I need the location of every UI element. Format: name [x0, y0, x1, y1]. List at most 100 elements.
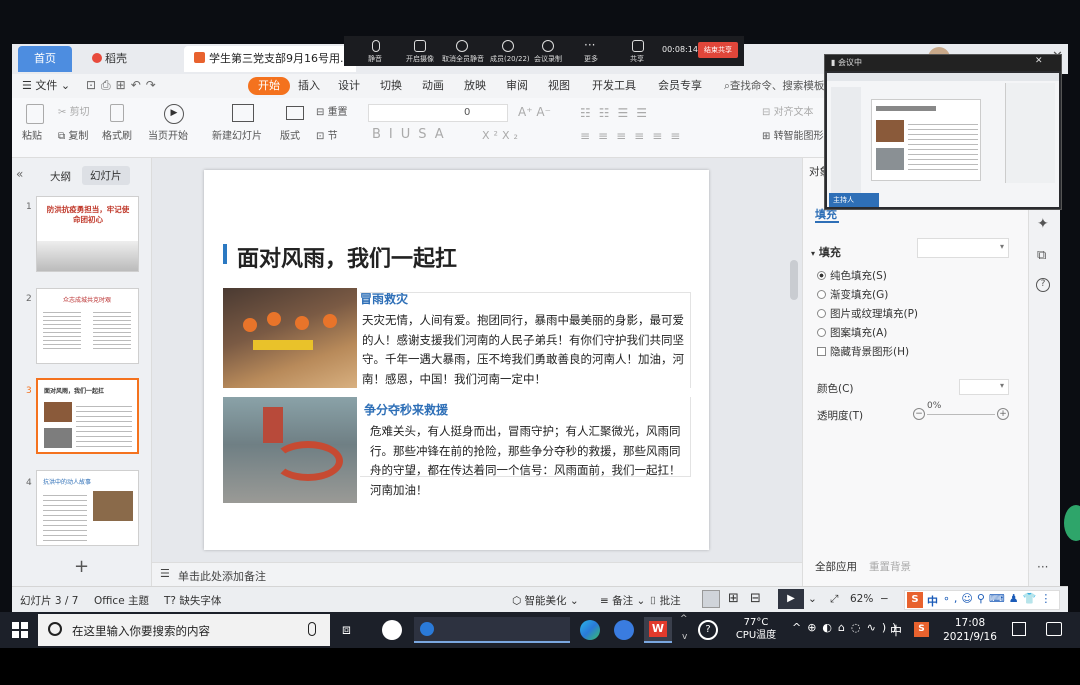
quick-access-icons[interactable]: ⊡⎙⊞↶↷ [86, 78, 161, 93]
format-painter-button[interactable]: 格式刷 [102, 130, 132, 144]
help-icon[interactable]: ? [698, 620, 718, 640]
more-button[interactable]: 更多 [584, 54, 598, 64]
slide-thumbnail-4[interactable]: 抗洪中的动人故事 [36, 470, 139, 546]
help-icon[interactable]: ? [1036, 278, 1050, 292]
normal-view-icon[interactable] [702, 590, 720, 608]
more-icon[interactable]: ··· [584, 38, 595, 52]
notes-bar[interactable]: ☰ 单击此处添加备注 [152, 562, 802, 586]
fill-section-heading[interactable]: ▾ 填充 [811, 244, 841, 260]
font-name-field[interactable] [368, 104, 508, 122]
members-mute-icon[interactable] [456, 40, 468, 52]
play-slideshow-button[interactable]: ▶ [778, 589, 804, 609]
tab-design[interactable]: 设计 [338, 77, 360, 95]
fit-icon[interactable]: ⤢ [830, 593, 838, 606]
meeting-preview-window[interactable]: ▮ 会议中 ✕ 主持人 [824, 54, 1062, 210]
mute-button[interactable]: 静音 [368, 54, 382, 64]
section1-text[interactable]: 天灾无情，人间有爱。抱团同行，暴雨中最美丽的身影，最可爱的人！感谢支援我们河南的… [362, 311, 686, 389]
new-slide-icon[interactable] [232, 104, 254, 122]
unmute-all-button[interactable]: 取消全员静音 [442, 54, 484, 64]
align-icons[interactable]: ≡≡≡≡≡≡ [580, 129, 688, 143]
decrease-icon[interactable]: − [913, 408, 925, 420]
tab-document[interactable]: 学生第三党支部9月16号用.pp [184, 46, 356, 72]
ime-language[interactable]: 中 [927, 593, 938, 609]
sogou-tray-icon[interactable]: S [914, 622, 929, 637]
slide-thumbnail-1[interactable]: 防洪抗疫勇担当，牢记使命团初心 [36, 196, 139, 272]
zoom-out-icon[interactable]: − [880, 593, 889, 605]
slide[interactable]: 面对风雨，我们一起扛 冒雨救灾 天灾无情，人间有爱。抱团同行，暴雨中最美丽的身影… [204, 170, 709, 550]
members-icon[interactable] [502, 40, 514, 52]
rescue-photo[interactable] [223, 288, 357, 388]
clock[interactable]: 17:08 2021/9/16 [940, 616, 1000, 644]
task-view-icon[interactable]: ⧈ [342, 622, 351, 638]
font-grow-icon[interactable]: A⁺ A⁻ [518, 105, 551, 119]
tab-review[interactable]: 审阅 [506, 77, 528, 95]
windows-start-icon[interactable] [12, 622, 28, 638]
tab-slides[interactable]: 幻灯片 [82, 166, 130, 185]
members-button[interactable]: 成员(20/22) [490, 54, 530, 64]
theme-name[interactable]: Office 主题 [94, 593, 149, 608]
transparency-slider[interactable] [927, 414, 995, 415]
wps-taskbar-button[interactable]: W [644, 617, 672, 643]
cpu-temp-widget[interactable]: 77°C CPU温度 [728, 616, 784, 642]
edge-icon[interactable] [580, 620, 600, 640]
pinwheel-app-icon[interactable] [382, 620, 402, 640]
ime-tool-icons[interactable]: ∘,☺⚲⌨♟👕⋮ [943, 592, 1055, 605]
camera-icon[interactable] [414, 40, 426, 52]
notes-toggle-button[interactable]: ≡ 备注 ⌄ [600, 593, 645, 608]
comments-button[interactable]: ⌷ 批注 [650, 593, 681, 608]
color-picker[interactable]: ▾ [959, 379, 1009, 395]
slide-thumbnail-3[interactable]: 面对风雨，我们一起扛 [36, 378, 139, 454]
layout-icon[interactable] [286, 106, 304, 120]
convert-smartart-button[interactable]: ⊞ 转智能图形 [762, 130, 824, 144]
record-icon[interactable] [542, 40, 554, 52]
tray-icons[interactable]: ^⊕◐⌂◌∿)) [792, 621, 902, 634]
tab-start[interactable]: 开始 [248, 77, 290, 95]
reset-button[interactable]: ⊟ 重置 [316, 106, 348, 120]
superscript-icons[interactable]: X²X₂ [482, 129, 522, 143]
record-button[interactable]: 会议录制 [534, 54, 562, 64]
font-size-field[interactable]: 0 [464, 106, 470, 120]
share-button[interactable]: 共享 [630, 54, 644, 64]
section-button[interactable]: ⊡ 节 [316, 130, 338, 144]
tab-animation[interactable]: 动画 [422, 77, 444, 95]
tab-insert[interactable]: 插入 [298, 77, 320, 95]
play-icon[interactable]: ▶ [164, 104, 184, 124]
end-share-button[interactable]: 结束共享 [698, 42, 738, 58]
reading-view-icon[interactable]: ⊟ [750, 591, 761, 606]
taskbar-search[interactable]: 在这里输入你要搜索的内容 [38, 614, 330, 646]
tray-ime[interactable]: 中 [890, 622, 902, 639]
font-style-icons[interactable]: BIUSA [372, 128, 452, 142]
option-gradient-fill[interactable]: 渐变填充(G) [817, 288, 888, 302]
collapse-icon[interactable]: « [16, 167, 23, 181]
copy-button[interactable]: ⧉ 复制 [58, 130, 88, 144]
paste-icon[interactable] [26, 104, 44, 124]
format-painter-icon[interactable] [110, 104, 124, 122]
close-icon[interactable]: ✕ [1035, 56, 1043, 66]
list-icons[interactable]: ☷☷☰☰ [580, 106, 655, 120]
missing-font-button[interactable]: T? 缺失字体 [164, 593, 221, 608]
feishu-icon[interactable] [614, 620, 634, 640]
apply-all-button[interactable]: 全部应用 [815, 559, 857, 574]
notes-icon[interactable] [1012, 622, 1026, 636]
more-icon[interactable]: ··· [1037, 560, 1048, 574]
slide-thumbnail-2[interactable]: 众志成城共克时艰 [36, 288, 139, 364]
hide-background-checkbox[interactable]: 隐藏背景图形(H) [817, 345, 909, 359]
notes-placeholder[interactable]: 单击此处添加备注 [178, 568, 266, 584]
floating-assistant-icon[interactable] [1064, 505, 1080, 541]
increase-icon[interactable]: + [997, 408, 1009, 420]
zoom-level[interactable]: 62% [850, 593, 873, 605]
tab-transition[interactable]: 切换 [380, 77, 402, 95]
tab-slideshow[interactable]: 放映 [464, 77, 486, 95]
reset-background-button[interactable]: 重置背景 [869, 559, 911, 574]
grid-view-icon[interactable]: ⊞ [728, 591, 739, 606]
new-slide-button[interactable]: 新建幻灯片 [212, 130, 262, 144]
microphone-icon[interactable] [308, 622, 316, 636]
file-menu[interactable]: ☰ 文件 ⌄ [22, 77, 70, 95]
camera-button[interactable]: 开启摄像 [406, 54, 434, 64]
layout-button[interactable]: 版式 [280, 130, 300, 144]
add-slide-button[interactable]: + [74, 556, 89, 577]
tab-home[interactable]: 首页 [18, 46, 72, 72]
notification-icon[interactable] [1046, 622, 1062, 636]
tab-developer[interactable]: 开发工具 [592, 77, 636, 95]
canvas-scrollbar[interactable] [790, 260, 798, 300]
